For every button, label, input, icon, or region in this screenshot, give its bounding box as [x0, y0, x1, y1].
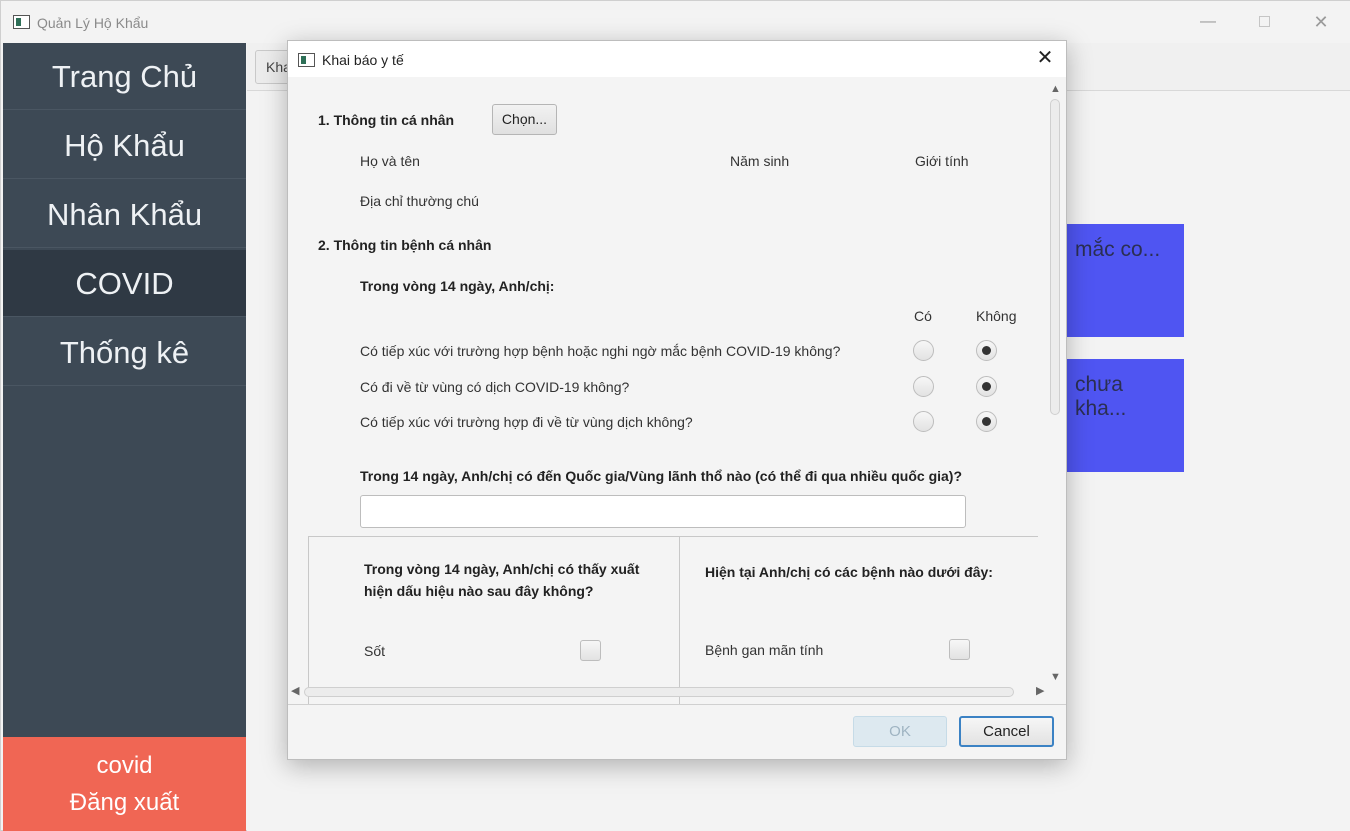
- app-icon: [13, 15, 30, 29]
- cancel-button[interactable]: Cancel: [959, 716, 1054, 747]
- symptom-fever-checkbox[interactable]: [580, 640, 601, 661]
- countries-question: Trong 14 ngày, Anh/chị có đến Quốc gia/V…: [360, 468, 963, 484]
- symptoms-diseases-panel: Trong vòng 14 ngày, Anh/chị có thấy xuất…: [308, 536, 1038, 704]
- q3-no-radio[interactable]: [976, 411, 997, 432]
- q2-yes-radio[interactable]: [913, 376, 934, 397]
- column-no-label: Không: [976, 308, 1017, 324]
- logout-label: Đăng xuất: [69, 789, 180, 816]
- question-return-from-area: Có đi về từ vùng có dịch COVID-19 không?: [360, 379, 630, 395]
- sidebar: Trang Chủ Hộ Khẩu Nhân Khẩu COVID Thống …: [3, 43, 246, 831]
- gender-label: Giới tính: [915, 153, 969, 169]
- horizontal-scrollbar[interactable]: ◀ ▶: [288, 683, 1066, 699]
- disease-liver-label: Bệnh gan mãn tính: [705, 642, 824, 658]
- symptom-fever-label: Sốt: [364, 643, 386, 659]
- choose-person-button[interactable]: Chọn...: [492, 104, 557, 135]
- q3-yes-radio[interactable]: [913, 411, 934, 432]
- maximize-button[interactable]: [1253, 11, 1275, 33]
- section-personal-heading: 1. Thông tin cá nhân: [318, 112, 455, 128]
- vertical-scroll-thumb[interactable]: [1050, 99, 1060, 415]
- minimize-button[interactable]: —: [1197, 11, 1219, 33]
- dialog-title: Khai báo y tế: [322, 52, 404, 68]
- question-contact-returnee: Có tiếp xúc với trường hợp đi về từ vùng…: [360, 414, 693, 430]
- scroll-down-arrow-icon[interactable]: ▼: [1050, 671, 1061, 683]
- sidebar-item-thong-ke[interactable]: Thống kê: [3, 319, 246, 386]
- section-health-heading: 2. Thông tin bệnh cá nhân: [318, 237, 492, 253]
- within-14-days-heading: Trong vòng 14 ngày, Anh/chị:: [360, 278, 555, 294]
- symptoms-heading-line1: Trong vòng 14 ngày, Anh/chị có thấy xuất: [364, 561, 640, 577]
- user-name: covid: [96, 752, 153, 779]
- scroll-up-arrow-icon[interactable]: ▲: [1050, 83, 1061, 95]
- maximize-icon: [1258, 16, 1270, 28]
- stat-card-undeclared[interactable]: chưa kha...: [1067, 359, 1184, 472]
- horizontal-scroll-thumb[interactable]: [304, 687, 1014, 697]
- sidebar-item-ho-khau[interactable]: Hộ Khẩu: [3, 112, 246, 179]
- window-title: Quản Lý Hộ Khẩu: [37, 15, 149, 31]
- countries-input[interactable]: [360, 495, 966, 528]
- diseases-heading: Hiện tại Anh/chị có các bệnh nào dưới đâ…: [705, 564, 993, 580]
- dialog-close-button[interactable]: ✕: [1034, 47, 1056, 69]
- scroll-left-arrow-icon[interactable]: ◀: [291, 684, 299, 697]
- sidebar-item-covid[interactable]: COVID: [3, 250, 246, 317]
- dialog-scroll-area[interactable]: 1. Thông tin cá nhân Chọn... Họ và tên N…: [288, 77, 1066, 705]
- q2-no-radio[interactable]: [976, 376, 997, 397]
- logout-button[interactable]: covid Đăng xuất: [3, 737, 246, 831]
- title-bar: Quản Lý Hộ Khẩu — ✕: [1, 1, 1350, 43]
- address-label: Địa chỉ thường chú: [360, 193, 479, 209]
- medical-declaration-dialog: Khai báo y tế ✕ 1. Thông tin cá nhân Chọ…: [287, 40, 1067, 760]
- birth-year-label: Năm sinh: [730, 153, 790, 169]
- sidebar-item-nhan-khau[interactable]: Nhân Khẩu: [3, 181, 246, 248]
- sidebar-item-trang-chu[interactable]: Trang Chủ: [3, 43, 246, 110]
- q1-no-radio[interactable]: [976, 340, 997, 361]
- name-label: Họ và tên: [360, 153, 420, 169]
- q1-yes-radio[interactable]: [913, 340, 934, 361]
- ok-button[interactable]: OK: [853, 716, 947, 747]
- stat-card-infected[interactable]: mắc co...: [1067, 224, 1184, 337]
- symptoms-panel: Trong vòng 14 ngày, Anh/chị có thấy xuất…: [308, 537, 680, 704]
- close-window-button[interactable]: ✕: [1310, 11, 1332, 33]
- dialog-title-bar: Khai báo y tế ✕: [288, 41, 1066, 77]
- symptoms-heading-line2: hiện dấu hiệu nào sau đây không?: [364, 583, 594, 599]
- scroll-right-arrow-icon[interactable]: ▶: [1036, 684, 1044, 697]
- question-contact-covid: Có tiếp xúc với trường hợp bệnh hoặc ngh…: [360, 343, 841, 359]
- dialog-app-icon: [298, 53, 315, 67]
- column-yes-label: Có: [914, 308, 932, 324]
- disease-liver-checkbox[interactable]: [949, 639, 970, 660]
- vertical-scrollbar[interactable]: ▲ ▼: [1047, 83, 1062, 685]
